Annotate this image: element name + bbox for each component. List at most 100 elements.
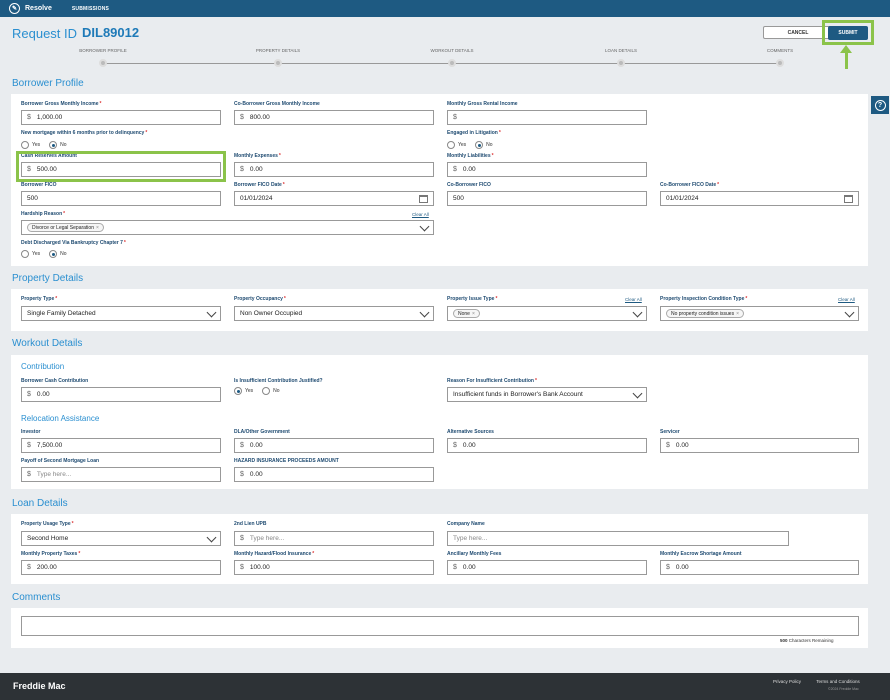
co-gross-income-label: Co-Borrower Gross Monthly Income: [234, 101, 320, 107]
co-gross-income-field[interactable]: $800.00: [234, 110, 434, 125]
reason-label: Reason For Insufficient Contribution*: [447, 378, 537, 384]
co-fico-field[interactable]: 500: [447, 191, 647, 206]
insufficient-no[interactable]: No: [262, 387, 280, 395]
hardship-clear-all[interactable]: Clear All: [412, 212, 429, 217]
step-dot-workout[interactable]: [448, 59, 456, 67]
progress-stepper-track: [103, 63, 780, 64]
property-issue-label: Property Issue Type*: [447, 296, 498, 302]
property-type-select[interactable]: Single Family Detached: [21, 306, 221, 321]
litigation-radio-group: Yes No: [447, 141, 502, 149]
comments-textarea[interactable]: [21, 616, 859, 636]
section-title-borrower: Borrower Profile: [12, 78, 84, 89]
calendar-icon[interactable]: [844, 195, 853, 203]
nav-submissions[interactable]: SUBMISSIONS: [72, 6, 109, 12]
escrow-label: Monthly Escrow Shortage Amount: [660, 551, 742, 557]
co-fico-date-label: Co-Borrower FICO Date*: [660, 182, 720, 188]
fico-field[interactable]: 500: [21, 191, 221, 206]
property-occupancy-label: Property Occupancy*: [234, 296, 286, 302]
subsection-contribution: Contribution: [21, 362, 65, 371]
radio-icon: [21, 141, 29, 149]
property-issue-chip: None ×: [453, 309, 480, 318]
footer-links: Privacy Policy Terms and Conditions: [773, 679, 874, 684]
hardship-multiselect[interactable]: Divorce or Legal Separation ×: [21, 220, 434, 235]
litigation-yes[interactable]: Yes: [447, 141, 466, 149]
bankruptcy-no[interactable]: No: [49, 250, 67, 258]
monthly-expenses-label: Monthly Expenses*: [234, 153, 281, 159]
payoff-field[interactable]: $ Type here...: [21, 467, 221, 482]
step-label-comments: COMMENTS: [766, 48, 794, 53]
insufficient-label: Is Insufficient Contribution Justified?: [234, 378, 323, 384]
property-issue-clear-all[interactable]: Clear All: [625, 297, 642, 302]
gross-income-field[interactable]: $1,000.00: [21, 110, 221, 125]
inspection-clear-all[interactable]: Clear All: [838, 297, 855, 302]
inspection-multiselect[interactable]: No property condition issues ×: [660, 306, 859, 321]
radio-selected-icon: [49, 250, 58, 258]
step-dot-comments[interactable]: [776, 59, 784, 67]
rental-income-label: Monthly Gross Rental Income: [447, 101, 518, 107]
chip-remove-icon[interactable]: ×: [96, 225, 99, 231]
insufficient-radio-group: Yes No: [234, 387, 289, 395]
radio-selected-icon: [475, 141, 484, 149]
chip-remove-icon[interactable]: ×: [472, 311, 475, 317]
cash-reserves-highlight: [16, 151, 226, 182]
calendar-icon[interactable]: [419, 195, 428, 203]
monthly-liabilities-label: Monthly Liabilities*: [447, 153, 494, 159]
investor-field[interactable]: $7,500.00: [21, 438, 221, 453]
step-dot-loan[interactable]: [617, 59, 625, 67]
cash-contribution-field[interactable]: $0.00: [21, 387, 221, 402]
new-mortgage-radio-group: Yes No: [21, 141, 76, 149]
servicer-label: Servicer: [660, 429, 680, 435]
monthly-expenses-field[interactable]: $0.00: [234, 162, 434, 177]
fico-date-field[interactable]: 01/01/2024: [234, 191, 434, 206]
usage-select[interactable]: Second Home: [21, 531, 221, 546]
bankruptcy-radio-group: Yes No: [21, 250, 76, 258]
bankruptcy-label: Debt Discharged Via Bankruptcy Chapter 7…: [21, 240, 126, 246]
step-dot-property[interactable]: [274, 59, 282, 67]
monthly-liabilities-field[interactable]: $0.00: [447, 162, 647, 177]
escrow-field[interactable]: $0.00: [660, 560, 859, 575]
second-lien-field[interactable]: $ Type here...: [234, 531, 434, 546]
chevron-down-icon: [206, 532, 217, 543]
hazard-proceeds-field[interactable]: $0.00: [234, 467, 434, 482]
app-name: Resolve: [25, 5, 52, 12]
chevron-down-icon: [632, 307, 643, 318]
bankruptcy-yes[interactable]: Yes: [21, 250, 40, 258]
insufficient-yes[interactable]: Yes: [234, 387, 253, 395]
app-logo[interactable]: ✎ Resolve: [9, 3, 52, 14]
new-mortgage-yes[interactable]: Yes: [21, 141, 40, 149]
new-mortgage-label: New mortgage within 6 months prior to de…: [21, 130, 148, 136]
property-issue-multiselect[interactable]: None ×: [447, 306, 647, 321]
radio-selected-icon: [234, 387, 242, 395]
payoff-label: Payoff of Second Mortgage Loan: [21, 458, 100, 464]
ancillary-field[interactable]: $0.00: [447, 560, 647, 575]
alt-sources-label: Alternative Sources: [447, 429, 494, 435]
step-dot-borrower[interactable]: [99, 59, 107, 67]
fico-date-label: Borrower FICO Date*: [234, 182, 285, 188]
submit-button[interactable]: SUBMIT: [828, 25, 868, 40]
rental-income-field[interactable]: $: [447, 110, 647, 125]
privacy-link[interactable]: Privacy Policy: [773, 679, 801, 684]
dla-field[interactable]: $0.00: [234, 438, 434, 453]
resolve-logo-icon: ✎: [9, 3, 20, 14]
servicer-field[interactable]: $0.00: [660, 438, 859, 453]
step-label-workout: WORKOUT DETAILS: [430, 48, 474, 53]
alt-sources-field[interactable]: $0.00: [447, 438, 647, 453]
submit-highlight: SUBMIT: [822, 20, 874, 45]
help-button[interactable]: ?: [871, 96, 889, 114]
hazard-field[interactable]: $100.00: [234, 560, 434, 575]
usage-label: Property Usage Type*: [21, 521, 74, 527]
company-field[interactable]: Type here...: [447, 531, 789, 546]
copyright: ©2024 Freddie Mac: [828, 687, 859, 691]
co-fico-date-field[interactable]: 01/01/2024: [660, 191, 859, 206]
cash-contribution-label: Borrower Cash Contribution: [21, 378, 89, 384]
terms-link[interactable]: Terms and Conditions: [816, 679, 860, 684]
reason-select[interactable]: Insufficient funds in Borrower's Bank Ac…: [447, 387, 647, 402]
dla-label: DLA/Other Government: [234, 429, 290, 435]
taxes-field[interactable]: $200.00: [21, 560, 221, 575]
second-lien-label: 2nd Lien UPB: [234, 521, 267, 527]
property-occupancy-select[interactable]: Non Owner Occupied: [234, 306, 434, 321]
litigation-no[interactable]: No: [475, 141, 493, 149]
step-label-loan: LOAN DETAILS: [605, 48, 637, 53]
new-mortgage-no[interactable]: No: [49, 141, 67, 149]
chip-remove-icon[interactable]: ×: [736, 311, 739, 317]
